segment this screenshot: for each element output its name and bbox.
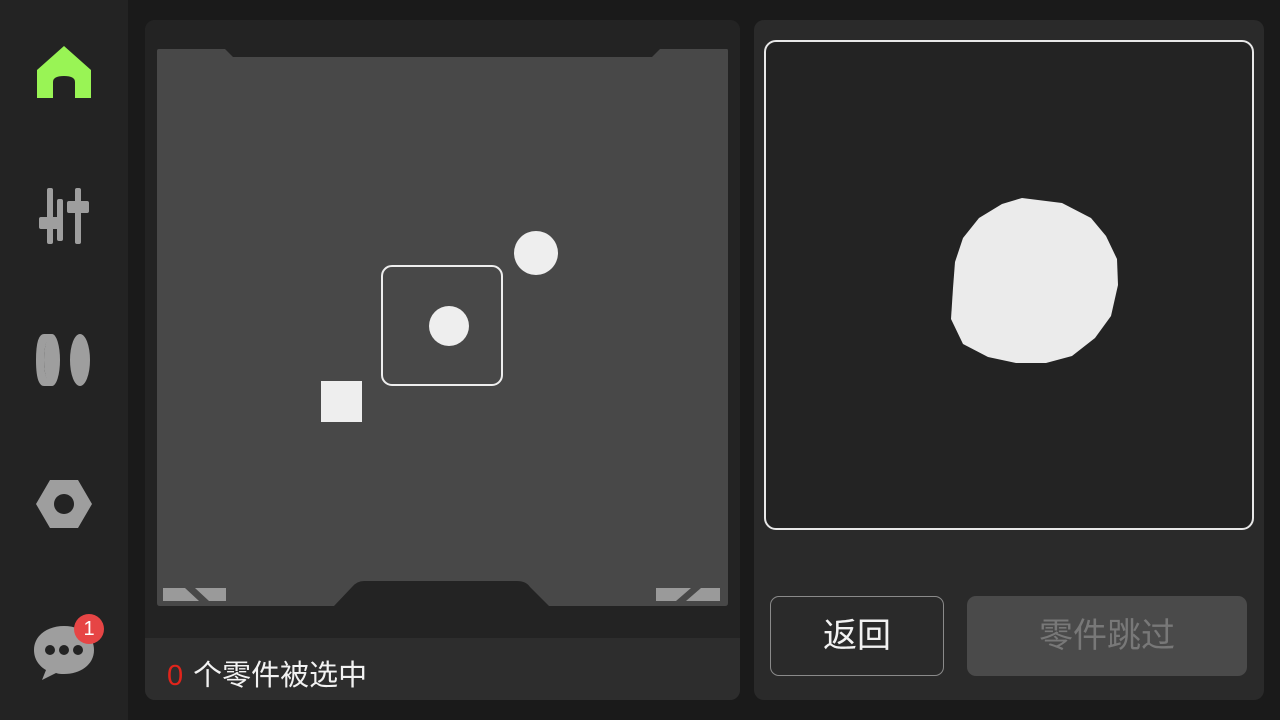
status-bar: 0 个零件被选中: [145, 638, 740, 700]
sliders-icon: [39, 188, 89, 244]
preview-part-shape: [951, 198, 1118, 363]
back-button[interactable]: 返回: [770, 596, 944, 676]
nav-settings-button[interactable]: [32, 472, 96, 536]
build-plate: [157, 49, 728, 606]
selected-count: 0: [167, 660, 184, 692]
nav-home-button[interactable]: [32, 40, 96, 104]
part-circle-selected[interactable]: [429, 306, 469, 346]
preview-panel: 返回 零件跳过: [754, 20, 1264, 700]
nav-messages-button[interactable]: 1: [32, 614, 104, 688]
nav-filament-button[interactable]: [32, 328, 96, 392]
nav-controls-button[interactable]: [32, 184, 96, 248]
notification-badge: 1: [74, 614, 104, 644]
plate-area: [145, 20, 740, 638]
selected-label: 个零件被选中: [193, 658, 368, 692]
skip-part-button[interactable]: 零件跳过: [967, 596, 1247, 676]
sidebar: 1: [0, 0, 128, 720]
part-circle[interactable]: [514, 231, 558, 275]
plate-panel: 0 个零件被选中: [145, 20, 740, 700]
part-preview: [764, 40, 1254, 530]
filament-spool-icon: [36, 334, 90, 386]
part-square[interactable]: [321, 381, 362, 422]
preview-canvas: [951, 198, 1118, 363]
home-icon: [37, 46, 91, 98]
hex-nut-icon: [36, 480, 92, 528]
selection-status: 0 个零件被选中: [167, 652, 367, 694]
